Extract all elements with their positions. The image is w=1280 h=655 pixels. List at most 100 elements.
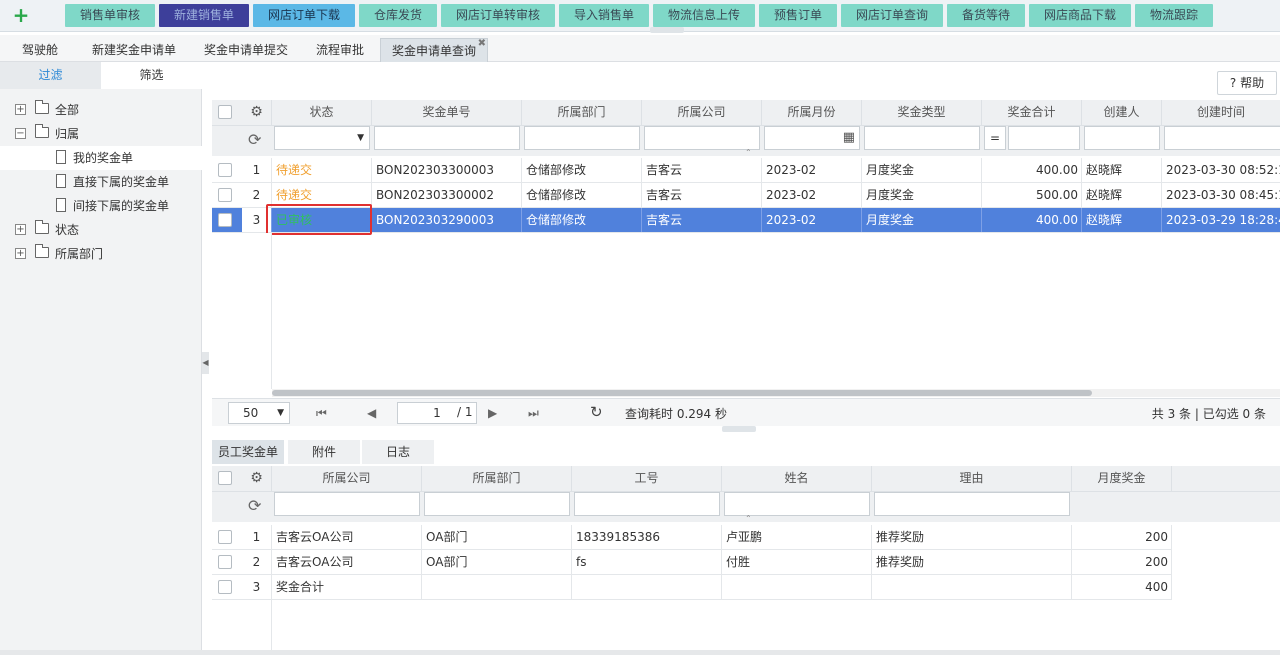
table-row-selected[interactable]: 3 已审核 BON202303290003 仓储部修改 吉客云 2023-02 … bbox=[212, 208, 1280, 233]
tree-item-label: 状态 bbox=[55, 223, 80, 237]
expand-icon[interactable]: + bbox=[15, 104, 26, 115]
column-header-bonus-type[interactable]: 奖金类型 bbox=[862, 100, 982, 125]
collapse-icon[interactable]: − bbox=[15, 128, 26, 139]
row-checkbox[interactable] bbox=[218, 213, 232, 227]
detail-select-all-checkbox[interactable] bbox=[218, 471, 232, 485]
detail-table-row[interactable]: 2 吉客云OA公司 OA部门 fs 付胜 推荐奖励 200 bbox=[212, 550, 1172, 575]
scrollbar-thumb[interactable] bbox=[272, 390, 1092, 396]
company-filter-input[interactable] bbox=[644, 126, 760, 150]
toolbar-button-online-goods-download[interactable]: 网店商品下载 bbox=[1029, 4, 1131, 27]
refresh-icon[interactable]: ⟳ bbox=[248, 130, 261, 149]
row-checkbox[interactable] bbox=[218, 580, 232, 594]
toolbar-button-logistics-upload[interactable]: 物流信息上传 bbox=[653, 4, 755, 27]
detail-column-reason[interactable]: 理由 bbox=[872, 466, 1072, 491]
toolbar-button-stock-waiting[interactable]: 备货等待 bbox=[947, 4, 1025, 27]
tree-item-all[interactable]: + 全部 bbox=[0, 98, 202, 122]
column-header-company[interactable]: 所属公司 bbox=[642, 100, 762, 125]
gear-icon[interactable]: ⚙ bbox=[242, 100, 272, 125]
amount-operator-select[interactable]: = bbox=[984, 126, 1006, 150]
tree-item-direct-subordinates[interactable]: 直接下属的奖金单 bbox=[0, 170, 202, 194]
tab-new-bonus-request[interactable]: 新建奖金申请单 bbox=[80, 38, 188, 62]
horizontal-scrollbar[interactable] bbox=[272, 389, 1280, 397]
detail-company-filter-input[interactable] bbox=[274, 492, 420, 516]
tab-process-approval[interactable]: 流程审批 bbox=[304, 38, 376, 62]
sidebar-collapse-handle[interactable]: ◀ bbox=[202, 352, 209, 374]
row-checkbox[interactable] bbox=[218, 530, 232, 544]
row-checkbox[interactable] bbox=[218, 555, 232, 569]
detail-department-filter-input[interactable] bbox=[424, 492, 570, 516]
column-header-month[interactable]: 所属月份 bbox=[762, 100, 862, 125]
detail-name-filter-input[interactable] bbox=[724, 492, 870, 516]
detail-column-department[interactable]: 所属部门 bbox=[422, 466, 572, 491]
toolbar-button-online-order-download[interactable]: 网店订单下载 bbox=[253, 4, 355, 27]
query-timing: 查询耗时 0.294 秒 bbox=[625, 407, 727, 421]
detail-column-name[interactable]: 姓名 bbox=[722, 466, 872, 491]
month-filter-input[interactable]: ▦ bbox=[764, 126, 860, 150]
previous-page-icon[interactable]: ◀ bbox=[367, 406, 376, 420]
toolbar-button-sales-review[interactable]: 销售单审核 bbox=[65, 4, 155, 27]
status-filter-select[interactable]: ▼ bbox=[274, 126, 370, 150]
detail-table-row[interactable]: 1 吉客云OA公司 OA部门 18339185386 卢亚鹏 推荐奖励 200 bbox=[212, 525, 1172, 550]
tree-item-status[interactable]: + 状态 bbox=[0, 218, 202, 242]
help-button[interactable]: ? 帮助 bbox=[1217, 71, 1277, 95]
close-tab-icon[interactable]: ✖ bbox=[478, 32, 486, 56]
tree-item-my-bonus[interactable]: 我的奖金单 bbox=[0, 146, 202, 170]
row-checkbox[interactable] bbox=[218, 188, 232, 202]
toolbar-collapse-handle[interactable] bbox=[650, 27, 684, 33]
created-time-filter-input[interactable] bbox=[1164, 126, 1280, 150]
row-checkbox[interactable] bbox=[218, 163, 232, 177]
sidebar-tab-screen[interactable]: 筛选 bbox=[101, 62, 202, 89]
column-header-created-time[interactable]: 创建时间 bbox=[1162, 100, 1280, 125]
bonus-type-filter-input[interactable] bbox=[864, 126, 980, 150]
reload-icon[interactable]: ↻ bbox=[590, 403, 603, 421]
tab-cockpit[interactable]: 驾驶舱 bbox=[8, 38, 72, 62]
toolbar-button-import-sales-order[interactable]: 导入销售单 bbox=[559, 4, 649, 27]
table-row[interactable]: 2 待递交 BON202303300002 仓储部修改 吉客云 2023-02 … bbox=[212, 183, 1280, 208]
table-row[interactable]: 1 待递交 BON202303300003 仓储部修改 吉客云 2023-02 … bbox=[212, 158, 1280, 183]
creator-filter-input[interactable] bbox=[1084, 126, 1160, 150]
tree-item-indirect-subordinates[interactable]: 间接下属的奖金单 bbox=[0, 194, 202, 218]
expand-icon[interactable]: + bbox=[15, 224, 26, 235]
bonus-id-filter-input[interactable] bbox=[374, 126, 520, 150]
next-page-icon[interactable]: ▶ bbox=[488, 406, 497, 420]
employee-no-cell: 18339185386 bbox=[572, 525, 722, 549]
column-header-creator[interactable]: 创建人 bbox=[1082, 100, 1162, 125]
column-header-bonus-id[interactable]: 奖金单号 bbox=[372, 100, 522, 125]
tab-log[interactable]: 日志 bbox=[362, 440, 434, 464]
toolbar-button-presale-order[interactable]: 预售订单 bbox=[759, 4, 837, 27]
toolbar-button-online-order-to-review[interactable]: 网店订单转审核 bbox=[441, 4, 555, 27]
toolbar-button-new-sales-order[interactable]: 新建销售单 bbox=[159, 4, 249, 27]
tab-bonus-request-submit[interactable]: 奖金申请单提交 bbox=[192, 38, 300, 62]
tab-attachments[interactable]: 附件 bbox=[288, 440, 360, 464]
tab-employee-bonus[interactable]: 员工奖金单 bbox=[212, 440, 284, 464]
sidebar-tab-filter[interactable]: 过滤 bbox=[0, 62, 101, 89]
splitter-handle[interactable] bbox=[722, 426, 756, 432]
expand-icon[interactable]: + bbox=[15, 248, 26, 259]
last-page-icon[interactable]: ⏭ bbox=[528, 406, 539, 421]
add-icon[interactable]: + bbox=[10, 4, 32, 26]
top-toolbar: + 销售单审核 新建销售单 网店订单下载 仓库发货 网店订单转审核 导入销售单 … bbox=[0, 0, 1280, 33]
detail-employee-no-filter-input[interactable] bbox=[574, 492, 720, 516]
select-all-checkbox[interactable] bbox=[218, 105, 232, 119]
column-header-status[interactable]: 状态 bbox=[272, 100, 372, 125]
detail-reason-filter-input[interactable] bbox=[874, 492, 1070, 516]
toolbar-button-online-order-query[interactable]: 网店订单查询 bbox=[841, 4, 943, 27]
toolbar-button-warehouse-shipping[interactable]: 仓库发货 bbox=[359, 4, 437, 27]
gear-icon[interactable]: ⚙ bbox=[242, 466, 272, 491]
detail-column-employee-no[interactable]: 工号 bbox=[572, 466, 722, 491]
amount-filter-input[interactable] bbox=[1008, 126, 1080, 150]
detail-total-row[interactable]: 3 奖金合计 400 bbox=[212, 575, 1172, 600]
column-header-bonus-total[interactable]: 奖金合计 bbox=[982, 100, 1082, 125]
page-size-select[interactable]: 50 ▼ bbox=[228, 402, 290, 424]
calendar-icon[interactable]: ▦ bbox=[843, 130, 855, 145]
toolbar-button-logistics-tracking[interactable]: 物流跟踪 bbox=[1135, 4, 1213, 27]
detail-column-monthly-bonus[interactable]: 月度奖金 bbox=[1072, 466, 1172, 491]
tree-item-department[interactable]: + 所属部门 bbox=[0, 242, 202, 266]
detail-column-company[interactable]: 所属公司 bbox=[272, 466, 422, 491]
tree-item-ownership[interactable]: − 归属 bbox=[0, 122, 202, 146]
column-header-department[interactable]: 所属部门 bbox=[522, 100, 642, 125]
refresh-icon[interactable]: ⟳ bbox=[248, 496, 261, 515]
department-filter-input[interactable] bbox=[524, 126, 640, 150]
first-page-icon[interactable]: ⏮ bbox=[316, 406, 327, 421]
tab-bonus-request-query[interactable]: 奖金申请单查询 ✖ bbox=[380, 38, 488, 62]
